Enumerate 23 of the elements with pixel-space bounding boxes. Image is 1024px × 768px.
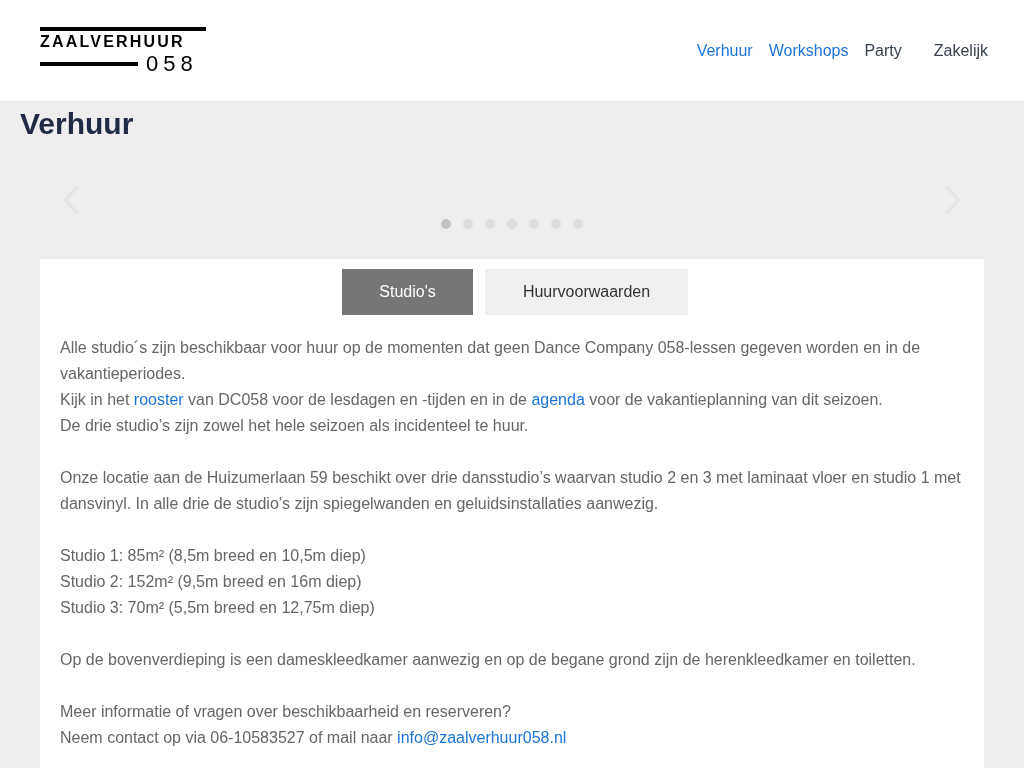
- tab[interactable]: Huurvoorwaarden: [485, 269, 688, 315]
- nav-link[interactable]: Workshops: [768, 38, 849, 63]
- page-title: Verhuur: [19, 106, 135, 142]
- nav-link[interactable]: Party: [864, 38, 902, 63]
- paragraph-text: Neem contact op via 06-10583527 of mail naar info@zaalverhuur058.nl: [60, 728, 568, 748]
- text-link[interactable]: info@zaalverhuur058.nl: [397, 729, 567, 746]
- logo[interactable]: ZAALVERHUUR 058: [40, 26, 206, 75]
- logo-text: ZAALVERHUUR: [40, 31, 185, 52]
- paragraph-text: Alle studio´s zijn beschikbaar voor huur op de momenten dat geen Dance Company 058-lessen gegeven worden en in de vakantieperiodes.: [60, 338, 922, 384]
- paragraph-text: Studio 3: 70m² (5,5m breed en 12,75m diep): [60, 598, 376, 618]
- paragraph-text: Op de bovenverdieping is een dameskleedkamer aanwezig en op de begane grond zijn de herenkleedkamer en toiletten.: [60, 650, 917, 670]
- tab[interactable]: Studio's: [342, 269, 473, 315]
- logo-number: 058: [146, 52, 198, 75]
- paragraph-text: De drie studio’s zijn zowel het hele seizoen als incidenteel te huur.: [60, 416, 530, 436]
- text-link[interactable]: rooster: [133, 391, 184, 408]
- paragraph-text: Onze locatie aan de Huizumerlaan 59 beschikt over drie dansstudio’s waarvan studio 2 en 3 met laminaat vloer en studio 1 met dansvinyl. In alle drie de studio’s zijn spiegelwanden en geluidsinstallaties aanwezig.: [60, 468, 962, 514]
- paragraph-text: Kijk in het rooster van DC058 voor de lesdagen en -tijden en in de agenda voor de vakantieplanning van dit seizoen.: [60, 390, 884, 410]
- nav-link[interactable]: Verhuur: [696, 38, 753, 63]
- paragraph-text: Studio 1: 85m² (8,5m breed en 10,5m diep): [60, 546, 367, 566]
- text-link[interactable]: agenda: [531, 391, 585, 408]
- nav-link[interactable]: Zakelijk: [933, 38, 988, 63]
- paragraph-text: Meer informatie of vragen over beschikbaarheid en reserveren?: [60, 702, 512, 722]
- paragraph-text: Studio 2: 152m² (9,5m breed en 16m diep): [60, 572, 363, 592]
